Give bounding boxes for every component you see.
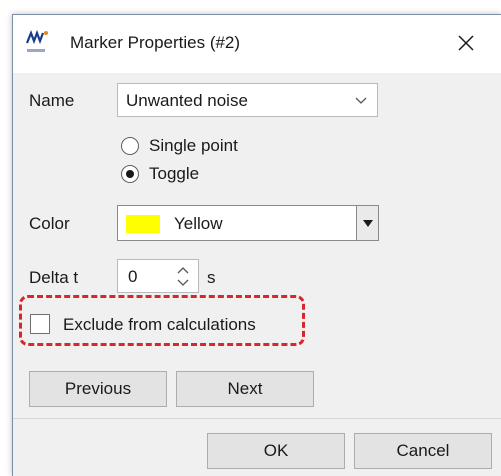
delta-t-spinbox[interactable]: 0 [117,259,199,293]
next-button[interactable]: Next [176,371,314,407]
radio-button[interactable] [121,137,139,155]
name-label: Name [29,91,75,110]
dialog-title: Marker Properties (#2) [70,33,241,52]
close-button[interactable] [445,23,487,63]
color-dropdown[interactable]: Yellow [117,205,379,241]
name-combobox[interactable]: Unwanted noise [117,83,378,117]
radio-toggle[interactable]: Toggle [121,163,199,185]
delta-t-value: 0 [128,267,138,286]
close-icon [458,35,474,51]
delta-t-unit: s [207,268,216,287]
color-swatch [126,215,160,233]
chevron-down-icon[interactable] [176,277,190,289]
exclude-label: Exclude from calculations [63,315,256,334]
footer-divider [13,418,501,419]
color-dropdown-button[interactable] [356,206,378,240]
radio-button-checked[interactable] [121,165,139,183]
radio-single-point[interactable]: Single point [121,135,238,157]
radio-label: Toggle [149,164,200,183]
chevron-down-icon [355,97,367,104]
chevron-up-icon[interactable] [176,264,190,276]
exclude-checkbox[interactable] [30,314,50,334]
marker-properties-dialog: Marker Properties (#2) Name Unwanted noi… [12,14,501,476]
ok-button[interactable]: OK [207,433,345,469]
cancel-button[interactable]: Cancel [354,433,492,469]
title-bar: Marker Properties (#2) [13,15,501,73]
color-value: Yellow [174,214,223,233]
app-icon [25,29,51,57]
delta-t-label: Delta t [29,268,79,287]
radio-label: Single point [149,136,238,155]
color-label: Color [29,214,70,233]
triangle-down-icon [362,219,373,227]
previous-button[interactable]: Previous [29,371,167,407]
name-value: Unwanted noise [126,91,248,110]
